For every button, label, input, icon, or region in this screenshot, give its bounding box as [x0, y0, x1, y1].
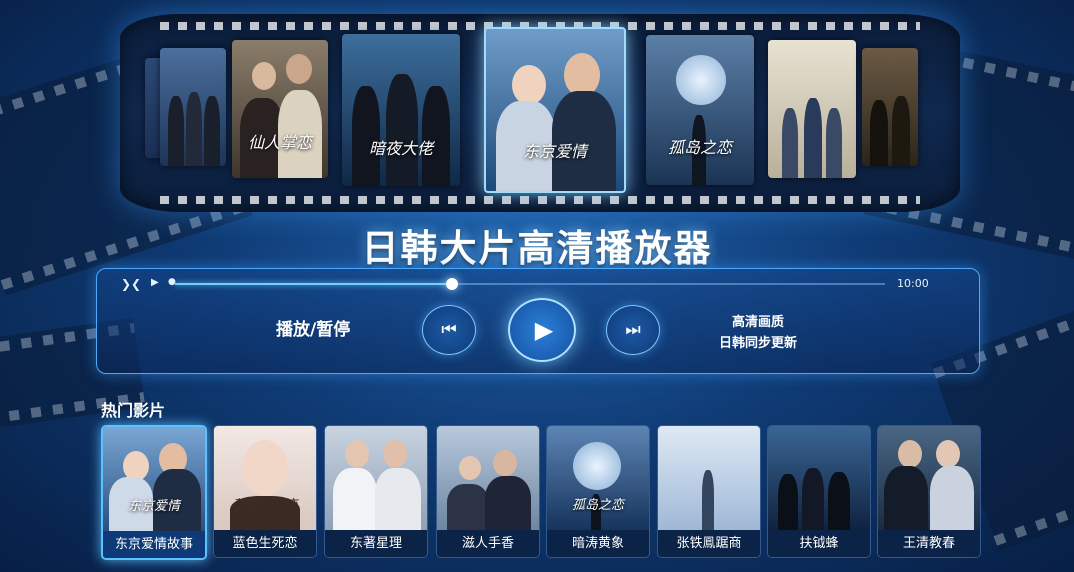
movie-card-poster-text: 孤岛之恋: [571, 498, 624, 513]
feature-hd-quality: 高清画质: [731, 315, 784, 330]
play-pause-label: 播放/暂停: [276, 320, 351, 340]
hot-movies-heading: 热门影片: [101, 401, 166, 420]
carousel-poster[interactable]: 暗夜大佬: [342, 34, 460, 186]
time-display: 10:00: [897, 277, 929, 290]
play-button[interactable]: ▶: [508, 298, 576, 362]
movie-card-title: 扶钺蜂: [768, 530, 870, 557]
movie-card[interactable]: 蓝色生死恋 蓝色生死恋: [213, 425, 317, 558]
progress-track[interactable]: [175, 278, 885, 290]
carousel-poster[interactable]: [862, 48, 918, 166]
next-button[interactable]: ⏭: [606, 305, 660, 355]
mini-play-icon[interactable]: ▶: [151, 277, 159, 288]
movie-card-title: 暗涛黄象: [547, 530, 649, 557]
skip-next-icon: ⏭: [625, 320, 641, 340]
carousel-poster-title: 孤岛之恋: [667, 138, 732, 157]
play-icon: ▶: [534, 316, 554, 344]
progress-thumb[interactable]: [445, 278, 458, 290]
movie-card-title: 滋人手香: [437, 530, 539, 557]
carousel-poster-title: 暗夜大佬: [368, 138, 433, 158]
movie-card[interactable]: 东著星理: [324, 425, 428, 558]
previous-button[interactable]: ⏮: [422, 305, 476, 355]
movie-card-title: 东京爱情故事: [103, 531, 205, 558]
movie-card-poster-text: 东京爱情: [127, 499, 180, 514]
carousel-poster-featured[interactable]: 东京爱情: [484, 27, 626, 193]
movie-card-title: 东著星理: [325, 530, 427, 557]
carousel-poster[interactable]: [768, 40, 856, 178]
carousel-poster-title: 东京爱情: [522, 141, 587, 161]
progress-fill: [175, 283, 452, 285]
carousel-poster[interactable]: 仙人掌恋: [232, 40, 328, 178]
track-start-dot: ●: [168, 277, 176, 287]
carousel-poster-title: 仙人掌恋: [247, 133, 312, 153]
movie-card-title: 王清教春: [878, 530, 980, 557]
chevron-icon[interactable]: ❯❮: [121, 277, 141, 291]
movie-card[interactable]: 扶钺蜂: [767, 425, 871, 558]
movie-card[interactable]: 滋人手香: [436, 425, 540, 558]
movie-card-poster-text: 蓝色生死恋: [232, 498, 298, 513]
movie-card[interactable]: 王清教春: [877, 425, 981, 558]
feature-sync-update: 日韩同步更新: [718, 336, 797, 351]
movie-card-title: 张铁鳯踞商: [658, 530, 760, 557]
carousel-poster[interactable]: [160, 48, 226, 166]
movie-card[interactable]: 张铁鳯踞商: [657, 425, 761, 558]
carousel-poster[interactable]: 孤岛之恋: [646, 35, 754, 185]
skip-previous-icon: ⏮: [441, 320, 457, 340]
movie-card-title: 蓝色生死恋: [214, 530, 316, 557]
movie-card[interactable]: 孤岛之恋 暗涛黄象: [546, 425, 650, 558]
movie-card[interactable]: 东京爱情 东京爱情故事: [101, 425, 207, 560]
app-title: 日韩大片高清播放器: [361, 227, 713, 270]
